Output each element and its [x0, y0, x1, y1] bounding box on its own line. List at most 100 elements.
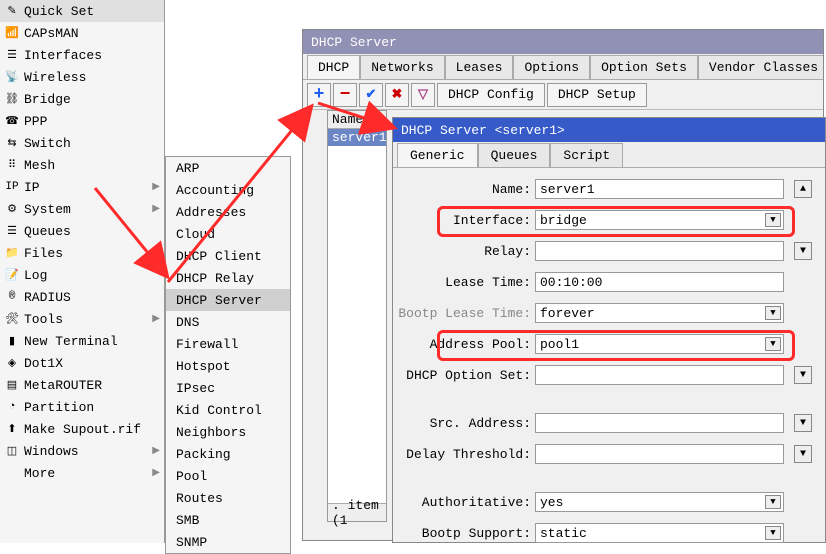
sidebar-item-partition[interactable]: ◔Partition: [0, 396, 164, 418]
sidebar-item-mesh[interactable]: ⠿Mesh: [0, 154, 164, 176]
bridge-icon: ⛓: [4, 91, 20, 107]
sidebar-item-quick-set[interactable]: ✎Quick Set: [0, 0, 164, 22]
tab-networks[interactable]: Networks: [360, 55, 444, 79]
bootp-lease-time-field[interactable]: forever▼: [535, 303, 784, 323]
submenu-routes[interactable]: Routes: [166, 487, 290, 509]
dropdown-icon[interactable]: ▼: [765, 526, 781, 540]
filter-button[interactable]: ▽: [411, 83, 435, 107]
submenu-dhcp-server[interactable]: DHCP Server: [166, 289, 290, 311]
sidebar-item-interfaces[interactable]: ☰Interfaces: [0, 44, 164, 66]
chevron-right-icon: ▶: [152, 445, 160, 457]
bootp-support-label: Bootp Support:: [393, 526, 535, 541]
enable-button[interactable]: ✔: [359, 83, 383, 107]
sidebar-item-ip[interactable]: IPIP▶: [0, 176, 164, 198]
submenu-cloud[interactable]: Cloud: [166, 223, 290, 245]
sidebar-item-radius[interactable]: ®RADIUS: [0, 286, 164, 308]
src-address-expand-button[interactable]: ▼: [794, 414, 812, 432]
submenu-accounting[interactable]: Accounting: [166, 179, 290, 201]
submenu-snmp[interactable]: SNMP: [166, 531, 290, 553]
address-pool-field[interactable]: pool1▼: [535, 334, 784, 354]
terminal-icon: ▮: [4, 333, 20, 349]
window-titlebar[interactable]: DHCP Server: [303, 30, 823, 54]
submenu-arp[interactable]: ARP: [166, 157, 290, 179]
authoritative-field[interactable]: yes▼: [535, 492, 784, 512]
dialog-tabbar: Generic Queues Script: [393, 142, 825, 168]
dropdown-icon[interactable]: ▼: [765, 213, 781, 227]
add-button[interactable]: +: [307, 83, 331, 107]
address-pool-label: Address Pool:: [393, 337, 535, 352]
sidebar-item-metarouter[interactable]: ▤MetaROUTER: [0, 374, 164, 396]
sidebar-item-ppp[interactable]: ☎PPP: [0, 110, 164, 132]
tab-options[interactable]: Options: [513, 55, 590, 79]
submenu-firewall[interactable]: Firewall: [166, 333, 290, 355]
sidebar-item-wireless[interactable]: 📡Wireless: [0, 66, 164, 88]
bootp-support-field[interactable]: static▼: [535, 523, 784, 543]
lease-time-field[interactable]: 00:10:00: [535, 272, 784, 292]
relay-label: Relay:: [393, 244, 535, 259]
window-tabbar: DHCP Networks Leases Options Option Sets…: [303, 54, 823, 80]
dialog-titlebar[interactable]: DHCP Server <server1>: [393, 118, 825, 142]
submenu-dhcp-client[interactable]: DHCP Client: [166, 245, 290, 267]
sidebar-item-windows[interactable]: ◫Windows▶: [0, 440, 164, 462]
src-address-field[interactable]: [535, 413, 784, 433]
chevron-right-icon: ▶: [152, 203, 160, 215]
sidebar-item-capsman[interactable]: 📶CAPsMAN: [0, 22, 164, 44]
dhcp-option-set-field[interactable]: [535, 365, 784, 385]
server-list[interactable]: Name server1 . item (1: [327, 110, 387, 522]
sidebar-item-bridge[interactable]: ⛓Bridge: [0, 88, 164, 110]
gear-icon: ⚙: [4, 201, 20, 217]
sidebar-item-files[interactable]: 📁Files: [0, 242, 164, 264]
disable-button[interactable]: ✖: [385, 83, 409, 107]
interface-label: Interface:: [393, 213, 535, 228]
sidebar-item-new-terminal[interactable]: ▮New Terminal: [0, 330, 164, 352]
dhcp-setup-button[interactable]: DHCP Setup: [547, 83, 647, 107]
sidebar-item-tools[interactable]: 🛠Tools▶: [0, 308, 164, 330]
delay-threshold-expand-button[interactable]: ▼: [794, 445, 812, 463]
sidebar-item-system[interactable]: ⚙System▶: [0, 198, 164, 220]
submenu-neighbors[interactable]: Neighbors: [166, 421, 290, 443]
ppp-icon: ☎: [4, 113, 20, 129]
wifi-icon: 📡: [4, 69, 20, 85]
name-label: Name:: [393, 182, 535, 197]
submenu-dns[interactable]: DNS: [166, 311, 290, 333]
submenu-pool[interactable]: Pool: [166, 465, 290, 487]
submenu-dhcp-relay[interactable]: DHCP Relay: [166, 267, 290, 289]
delay-threshold-label: Delay Threshold:: [393, 447, 535, 462]
tab-vendor-classes[interactable]: Vendor Classes: [698, 55, 823, 79]
up-button[interactable]: ▲: [794, 180, 812, 198]
dropdown-icon[interactable]: ▼: [765, 306, 781, 320]
submenu-hotspot[interactable]: Hotspot: [166, 355, 290, 377]
remove-button[interactable]: −: [333, 83, 357, 107]
tab-option-sets[interactable]: Option Sets: [590, 55, 698, 79]
relay-field[interactable]: [535, 241, 784, 261]
submenu-packing[interactable]: Packing: [166, 443, 290, 465]
sidebar-item-make-supout[interactable]: ⬆Make Supout.rif: [0, 418, 164, 440]
sidebar-item-more[interactable]: More▶: [0, 462, 164, 484]
name-field[interactable]: server1: [535, 179, 784, 199]
sidebar-item-queues[interactable]: ☰Queues: [0, 220, 164, 242]
submenu-ipsec[interactable]: IPsec: [166, 377, 290, 399]
dlg-tab-generic[interactable]: Generic: [397, 143, 478, 167]
sidebar-item-switch[interactable]: ⇆Switch: [0, 132, 164, 154]
delay-threshold-field[interactable]: [535, 444, 784, 464]
submenu-smb[interactable]: SMB: [166, 509, 290, 531]
dhcp-config-button[interactable]: DHCP Config: [437, 83, 545, 107]
list-row-server1[interactable]: server1: [328, 129, 386, 146]
log-icon: 📝: [4, 267, 20, 283]
dhcp-server-dialog: DHCP Server <server1> Generic Queues Scr…: [392, 117, 826, 543]
tab-leases[interactable]: Leases: [445, 55, 514, 79]
list-header-name[interactable]: Name: [328, 111, 386, 129]
option-set-expand-button[interactable]: ▼: [794, 366, 812, 384]
wireless-icon: 📶: [4, 25, 20, 41]
relay-expand-button[interactable]: ▼: [794, 242, 812, 260]
sidebar-item-dot1x[interactable]: ◈Dot1X: [0, 352, 164, 374]
dropdown-icon[interactable]: ▼: [765, 337, 781, 351]
dlg-tab-script[interactable]: Script: [550, 143, 623, 167]
sidebar-item-log[interactable]: 📝Log: [0, 264, 164, 286]
dlg-tab-queues[interactable]: Queues: [478, 143, 551, 167]
interface-field[interactable]: bridge▼: [535, 210, 784, 230]
submenu-addresses[interactable]: Addresses: [166, 201, 290, 223]
submenu-kid-control[interactable]: Kid Control: [166, 399, 290, 421]
tab-dhcp[interactable]: DHCP: [307, 55, 360, 79]
dropdown-icon[interactable]: ▼: [765, 495, 781, 509]
